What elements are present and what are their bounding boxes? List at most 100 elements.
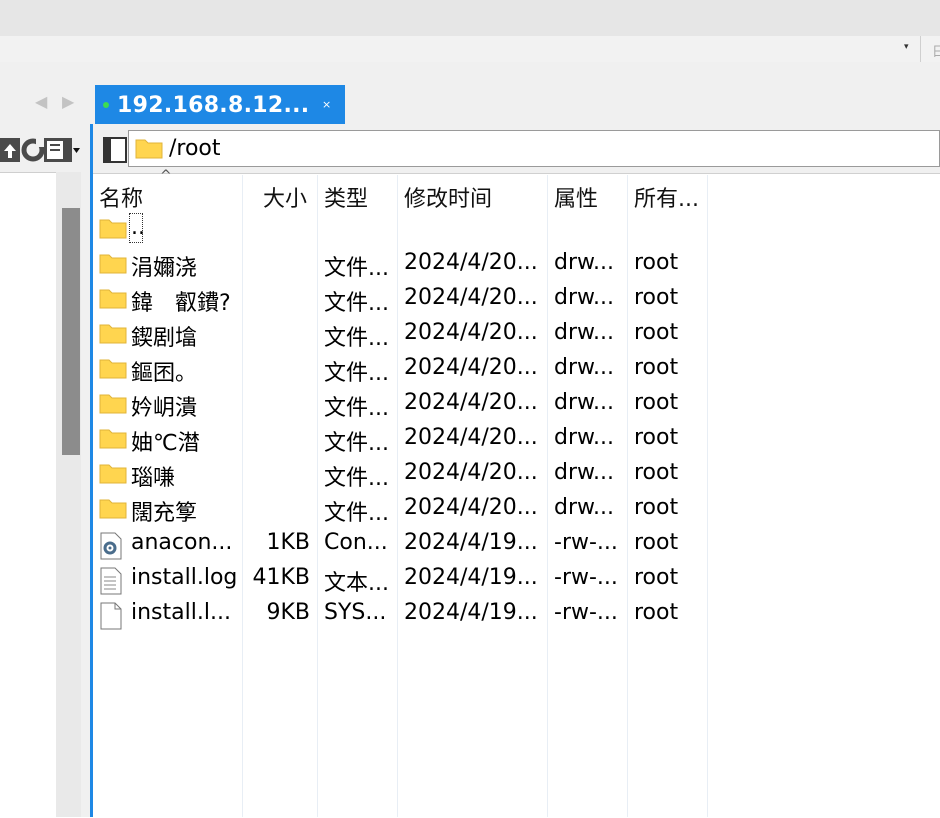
file-permissions: drw... (554, 250, 614, 275)
file-permissions: -rw-... (554, 600, 618, 625)
file-row[interactable]: 妗岄潰 文件... 2024/4/20... drw... root (93, 388, 940, 423)
file-type: Con... (324, 530, 388, 555)
column-header-permissions[interactable]: 属性 (554, 181, 598, 213)
file-modified: 2024/4/20... (404, 460, 538, 485)
file-type: 文件... (324, 466, 389, 491)
file-permissions: drw... (554, 285, 614, 310)
file-type: 文件... (324, 361, 389, 386)
tab-scroll-right-icon[interactable]: ▶ (62, 92, 74, 111)
file-modified: 2024/4/20... (404, 425, 538, 450)
file-row[interactable]: install.l... 9KB SYS... 2024/4/19... -rw-...… (93, 598, 940, 633)
folder-icon (135, 139, 163, 159)
file-modified: 2024/4/19... (404, 530, 538, 555)
column-header-modified[interactable]: 修改时间 (404, 181, 492, 213)
file-name: 闊充箰 (131, 501, 198, 526)
file-size: 41KB (252, 565, 310, 590)
folder-icon (99, 322, 127, 348)
file-name: 瑙嗛 (131, 466, 176, 491)
file-type: 文件... (324, 256, 389, 281)
local-scrollbar-thumb[interactable] (62, 208, 80, 455)
file-modified: 2024/4/20... (404, 355, 538, 380)
file-modified: 2024/4/19... (404, 600, 538, 625)
file-row[interactable]: .. (93, 213, 940, 248)
file-modified: 2024/4/20... (404, 320, 538, 345)
file-name: install.l... (131, 600, 231, 625)
folder-icon (99, 287, 127, 313)
file-owner: root (634, 390, 679, 415)
file-row[interactable]: install.log 41KB 文本... 2024/4/19... -rw-... r… (93, 563, 940, 598)
toolbar-strip: ▾ 日 (0, 36, 940, 62)
refresh-icon[interactable] (21, 138, 45, 162)
file-owner: root (634, 495, 679, 520)
file-modified: 2024/4/20... (404, 250, 538, 275)
column-header-name[interactable]: 名称 (99, 181, 143, 213)
column-header-owner[interactable]: 所有... (634, 181, 699, 213)
file-name: 妗岄潰 (131, 396, 198, 421)
file-permissions: drw... (554, 355, 614, 380)
folder-icon (99, 357, 127, 383)
file-type: 文件... (324, 501, 389, 526)
file-modified: 2024/4/20... (404, 495, 538, 520)
folder-icon (99, 462, 127, 488)
file-row[interactable]: 鍏 叡鐨? 文件... 2024/4/20... drw... root (93, 283, 940, 318)
file-row[interactable]: anacon... 1KB Con... 2024/4/19... -rw-... roo… (93, 528, 940, 563)
sort-ascending-icon: ^ (160, 168, 172, 184)
session-tab-title: 192.168.8.12... (117, 93, 310, 118)
file-permissions: drw... (554, 320, 614, 345)
file-name: 鏂囨。 (131, 361, 198, 386)
file-owner: root (634, 250, 679, 275)
file-name: 涓嬭浇 (131, 256, 198, 281)
tab-scroll-left-icon[interactable]: ◀ (35, 92, 47, 111)
file-permissions: drw... (554, 495, 614, 520)
file-permissions: -rw-... (554, 565, 618, 590)
toolbar-overflow-button[interactable]: ▾ (904, 42, 909, 52)
file-permissions: drw... (554, 425, 614, 450)
view-menu-icon[interactable] (44, 138, 80, 162)
path-value: /root (169, 136, 221, 161)
tab-close-icon[interactable]: × (322, 98, 331, 111)
local-toolbar (0, 135, 88, 165)
connection-status-icon (103, 102, 109, 108)
path-input[interactable]: /root (128, 130, 940, 167)
file-type: 文件... (324, 396, 389, 421)
file-permissions: drw... (554, 390, 614, 415)
column-header-type[interactable]: 类型 (324, 181, 368, 213)
file-owner: root (634, 285, 679, 310)
column-header-size[interactable]: 大小 (263, 181, 307, 213)
session-tab[interactable]: 192.168.8.12... × (95, 85, 345, 124)
file-type: 文件... (324, 326, 389, 351)
file-row[interactable]: 瑙嗛 文件... 2024/4/20... drw... root (93, 458, 940, 493)
file-type: 文件... (324, 291, 389, 316)
file-row[interactable]: 涓嬭浇 文件... 2024/4/20... drw... root (93, 248, 940, 283)
folder-icon (99, 252, 127, 278)
file-row[interactable]: 闊充箰 文件... 2024/4/20... drw... root (93, 493, 940, 528)
panel-toggle-icon[interactable] (103, 137, 127, 163)
folder-icon (99, 217, 127, 243)
file-name: install.log (131, 565, 238, 590)
folder-icon (99, 392, 127, 418)
file-name: 鍥剧墖 (131, 326, 198, 351)
file-row[interactable]: 鍥剧墖 文件... 2024/4/20... drw... root (93, 318, 940, 353)
file-row[interactable]: 妯℃澘 文件... 2024/4/20... drw... root (93, 423, 940, 458)
file-name: anacon... (131, 530, 233, 555)
text-file-icon (99, 567, 123, 599)
file-type: SYS... (324, 600, 387, 625)
file-size: 1KB (266, 530, 310, 555)
file-type: 文本... (324, 571, 389, 596)
folder-icon (99, 427, 127, 453)
file-size: 9KB (266, 600, 310, 625)
file-name: 鍏 叡鐨? (131, 291, 231, 316)
file-row[interactable]: 鏂囨。 文件... 2024/4/20... drw... root (93, 353, 940, 388)
file-icon (99, 602, 123, 634)
file-owner: root (634, 320, 679, 345)
toolbar-edge-label: 日 (932, 45, 940, 60)
folder-icon (99, 497, 127, 523)
toolbar-divider (920, 36, 921, 62)
file-owner: root (634, 530, 679, 555)
file-modified: 2024/4/20... (404, 285, 538, 310)
file-owner: root (634, 355, 679, 380)
file-owner: root (634, 460, 679, 485)
upload-icon[interactable] (0, 138, 20, 162)
file-modified: 2024/4/19... (404, 565, 538, 590)
local-file-list[interactable] (0, 172, 56, 818)
